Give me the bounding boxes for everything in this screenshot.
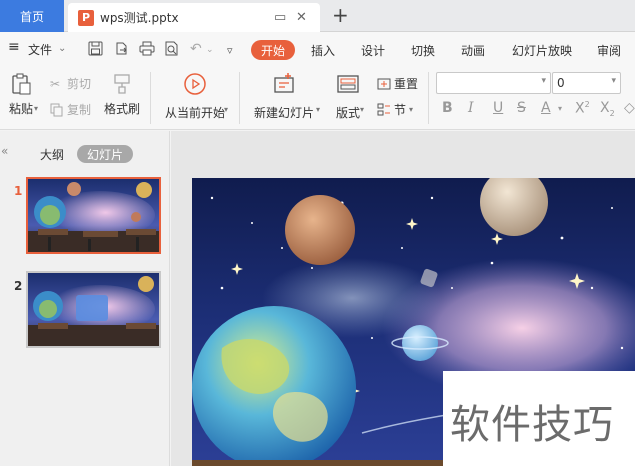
font-name-select[interactable]: ▾: [436, 72, 551, 94]
export-icon[interactable]: [114, 41, 129, 56]
reset-label: 重置: [394, 77, 419, 91]
close-icon[interactable]: ✕: [296, 10, 307, 25]
ribbon-separator: [239, 72, 240, 124]
section-dropdown-icon[interactable]: ▾: [409, 105, 413, 114]
slide-thumbnail[interactable]: [26, 271, 161, 348]
slide-number: 1: [14, 184, 23, 198]
customize-toolbar-icon[interactable]: ▿: [227, 44, 233, 57]
clear-format-icon[interactable]: ◇: [624, 100, 635, 116]
slide-thumbnail-image: [28, 179, 159, 252]
print-preview-icon[interactable]: [164, 41, 179, 56]
section-button[interactable]: 节 ▾: [377, 101, 413, 118]
reset-button[interactable]: 重置: [377, 75, 418, 92]
menu-transition[interactable]: 切换: [411, 42, 435, 59]
new-tab-button[interactable]: +: [332, 3, 349, 27]
play-dropdown-icon[interactable]: ▾: [224, 105, 228, 114]
cut-label: 剪切: [67, 77, 92, 91]
tab-home[interactable]: 首页: [0, 0, 64, 32]
subscript-icon[interactable]: X2: [600, 100, 615, 118]
document-title: wps测试.pptx: [100, 11, 179, 25]
paste-label: 粘贴: [8, 102, 33, 116]
collapse-panel-icon[interactable]: «: [1, 144, 8, 158]
font-size-select[interactable]: 0 ▾: [552, 72, 621, 94]
scissors-icon: ✂: [50, 76, 61, 91]
tab-outline[interactable]: 大纲: [40, 146, 64, 163]
tab-document[interactable]: P wps测试.pptx ▭ ✕: [68, 3, 320, 32]
menu-design[interactable]: 设计: [361, 42, 385, 59]
ribbon-separator: [428, 72, 429, 124]
cut-button[interactable]: ✂ 剪切: [50, 75, 91, 92]
clipboard-icon: [12, 73, 31, 95]
bold-icon[interactable]: B: [442, 100, 453, 116]
new-slide-label: 新建幻灯片: [253, 106, 314, 120]
slide-thumbnail-image: [28, 273, 159, 346]
font-color-dropdown-icon[interactable]: ▾: [558, 104, 562, 113]
copy-button[interactable]: 复制: [50, 101, 91, 118]
chevron-down-icon[interactable]: ⌄: [58, 43, 66, 54]
slide-thumbnail[interactable]: [26, 177, 161, 254]
print-icon[interactable]: [139, 41, 155, 56]
new-slide-button[interactable]: 新建幻灯片: [249, 68, 319, 121]
play-icon: [184, 73, 206, 95]
menu-file[interactable]: 文件: [28, 41, 52, 58]
superscript-icon[interactable]: X2: [575, 100, 590, 117]
layout-label: 版式: [335, 106, 360, 120]
new-slide-dropdown-icon[interactable]: ▾: [316, 105, 320, 114]
font-name-dropdown-icon: ▾: [541, 76, 546, 86]
undo-icon[interactable]: ↶: [190, 41, 202, 57]
ribbon-separator: [150, 72, 151, 124]
menu-review[interactable]: 审阅: [597, 42, 621, 59]
tab-slides[interactable]: 幻灯片: [77, 145, 133, 163]
menu-slideshow[interactable]: 幻灯片放映: [512, 42, 572, 59]
watermark-text: 软件技巧: [450, 402, 614, 448]
play-from-current-label: 从当前开始: [164, 106, 225, 120]
undo-dropdown-icon[interactable]: ⌄: [206, 45, 214, 55]
copy-icon: [50, 103, 63, 116]
slide-number: 2: [14, 279, 23, 293]
format-painter-icon: [114, 74, 130, 94]
hamburger-icon[interactable]: ≡: [8, 39, 20, 55]
layout-dropdown-icon[interactable]: ▾: [360, 105, 364, 114]
new-slide-icon: [274, 73, 294, 93]
copy-label: 复制: [67, 103, 92, 117]
font-size-value: 0: [557, 76, 565, 90]
format-painter-button[interactable]: 格式刷: [102, 68, 142, 117]
menu-insert[interactable]: 插入: [311, 42, 335, 59]
italic-icon[interactable]: I: [468, 100, 474, 116]
tab-bar: 首页 P wps测试.pptx ▭ ✕ +: [0, 0, 635, 32]
save-icon[interactable]: [88, 41, 103, 56]
monitor-icon[interactable]: ▭: [274, 10, 286, 25]
paste-button[interactable]: 粘贴: [6, 68, 36, 117]
strikethrough-icon[interactable]: S: [517, 100, 526, 116]
play-from-current-button[interactable]: 从当前开始: [160, 68, 230, 121]
reset-icon: [377, 78, 391, 89]
paste-dropdown-icon[interactable]: ▾: [34, 104, 38, 113]
section-label: 节: [394, 103, 407, 117]
layout-icon: [337, 75, 359, 93]
menu-home[interactable]: 开始: [251, 40, 295, 60]
format-painter-label: 格式刷: [103, 102, 140, 116]
menu-animation[interactable]: 动画: [461, 42, 485, 59]
font-size-dropdown-icon: ▾: [611, 76, 616, 86]
underline-icon[interactable]: U: [493, 100, 503, 116]
font-color-icon[interactable]: A: [541, 100, 551, 116]
section-icon: [377, 103, 390, 115]
ppt-file-icon: P: [78, 9, 94, 26]
